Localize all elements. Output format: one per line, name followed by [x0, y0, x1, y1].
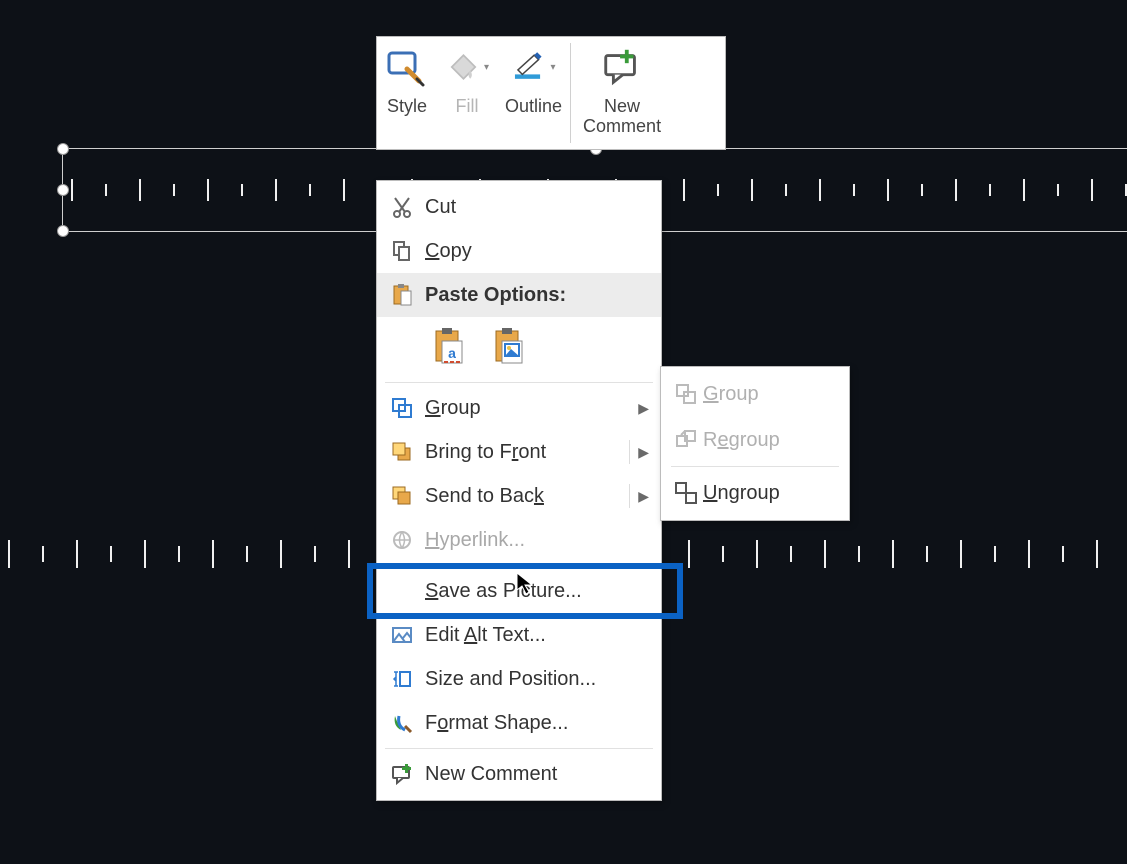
- resize-handle-top-left[interactable]: [57, 143, 69, 155]
- submenu-item-group: Group: [661, 371, 849, 417]
- split-separator: [629, 484, 630, 508]
- menu-item-hyperlink: Hyperlink...: [377, 518, 661, 562]
- new-comment-icon: [600, 45, 644, 89]
- submenu-item-ungroup[interactable]: Ungroup: [661, 470, 849, 516]
- menu-item-send-to-back[interactable]: Send to Back ▶: [377, 474, 661, 518]
- submenu-arrow-icon[interactable]: ▶: [638, 488, 649, 505]
- menu-item-group[interactable]: Group ▶: [377, 386, 661, 430]
- group-sub-icon: [669, 383, 703, 405]
- menu-separator-2: [385, 565, 653, 566]
- new-comment-label: New Comment: [583, 97, 661, 137]
- paste-as-picture-button[interactable]: [489, 323, 531, 369]
- ungroup-icon: [669, 482, 703, 504]
- group-label: Group: [419, 397, 638, 420]
- menu-item-bring-to-front[interactable]: Bring to Front ▶: [377, 430, 661, 474]
- outline-label: Outline: [505, 97, 562, 117]
- hyperlink-icon: [385, 529, 419, 551]
- paste-options-label: Paste Options:: [419, 284, 649, 307]
- copy-label: Copy: [419, 240, 649, 263]
- fill-button[interactable]: ▾ Fill: [437, 37, 497, 149]
- size-position-label: Size and Position...: [419, 668, 649, 691]
- menu-item-new-comment[interactable]: New Comment: [377, 752, 661, 796]
- svg-text:a: a: [448, 345, 456, 361]
- menu-item-size-and-position[interactable]: Size and Position...: [377, 657, 661, 701]
- outline-icon: ▾: [512, 45, 556, 89]
- mini-toolbar: Style ▾ Fill ▾ Outline: [376, 36, 726, 150]
- outline-button[interactable]: ▾ Outline: [497, 37, 570, 149]
- format-shape-label: Format Shape...: [419, 712, 649, 735]
- menu-separator-3: [385, 748, 653, 749]
- canvas-background: Style ▾ Fill ▾ Outline: [0, 0, 1127, 864]
- submenu-separator: [671, 466, 839, 467]
- bring-to-front-icon: [385, 441, 419, 463]
- send-to-back-icon: [385, 485, 419, 507]
- copy-icon: [385, 240, 419, 262]
- regroup-icon: [669, 429, 703, 451]
- new-comment-toolbar-button[interactable]: New Comment: [571, 37, 673, 149]
- paste-options-row: a: [377, 317, 661, 379]
- bring-to-front-label: Bring to Front: [419, 441, 621, 464]
- style-icon: [385, 45, 429, 89]
- save-as-picture-label: Save as Picture...: [419, 580, 649, 603]
- paste-icon: [385, 283, 419, 307]
- menu-separator-1: [385, 382, 653, 383]
- menu-item-edit-alt-text[interactable]: Edit Alt Text...: [377, 613, 661, 657]
- send-to-back-label: Send to Back: [419, 485, 621, 508]
- new-comment-menu-label: New Comment: [419, 763, 649, 786]
- paste-options-header: Paste Options:: [377, 273, 661, 317]
- context-menu: Cut Copy Paste Options: a: [376, 180, 662, 801]
- cut-label: Cut: [419, 196, 649, 219]
- size-position-icon: [385, 668, 419, 690]
- cut-icon: [385, 196, 419, 218]
- resize-handle-mid-left[interactable]: [57, 184, 69, 196]
- menu-item-save-as-picture[interactable]: Save as Picture...: [377, 569, 661, 613]
- paste-keep-formatting-button[interactable]: a: [429, 323, 471, 369]
- menu-item-format-shape[interactable]: Format Shape...: [377, 701, 661, 745]
- fill-label: Fill: [456, 97, 479, 117]
- alt-text-icon: [385, 624, 419, 646]
- resize-handle-bottom-left[interactable]: [57, 225, 69, 237]
- menu-item-copy[interactable]: Copy: [377, 229, 661, 273]
- style-label: Style: [387, 97, 427, 117]
- submenu-item-regroup: Regroup: [661, 417, 849, 463]
- split-separator: [629, 440, 630, 464]
- submenu-ungroup-label: Ungroup: [703, 482, 780, 505]
- group-icon: [385, 397, 419, 419]
- new-comment-menu-icon: [385, 763, 419, 785]
- submenu-regroup-label: Regroup: [703, 429, 780, 452]
- hyperlink-label: Hyperlink...: [419, 529, 649, 552]
- group-submenu: Group Regroup Ungroup: [660, 366, 850, 521]
- style-button[interactable]: Style: [377, 37, 437, 149]
- submenu-arrow-icon: ▶: [638, 400, 649, 417]
- submenu-group-label: Group: [703, 383, 759, 406]
- submenu-arrow-icon[interactable]: ▶: [638, 444, 649, 461]
- format-shape-icon: [385, 712, 419, 734]
- fill-icon: ▾: [445, 45, 489, 89]
- menu-item-cut[interactable]: Cut: [377, 185, 661, 229]
- edit-alt-text-label: Edit Alt Text...: [419, 624, 649, 647]
